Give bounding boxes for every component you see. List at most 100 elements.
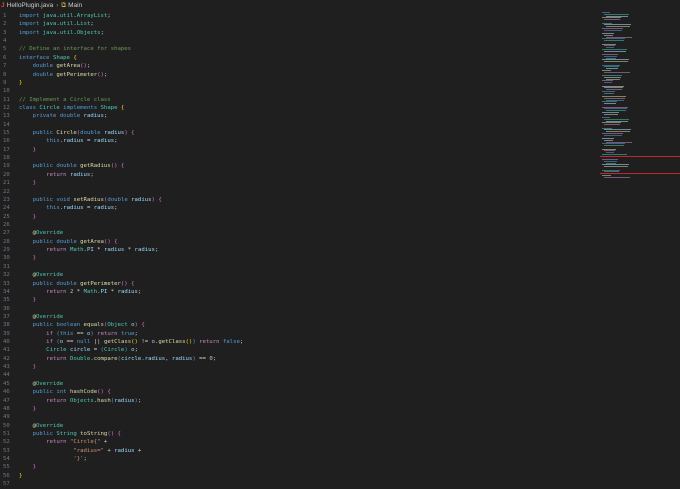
minimap-line bbox=[604, 92, 614, 94]
breadcrumb-symbol[interactable]: Main bbox=[68, 2, 82, 9]
code-text: @Override bbox=[19, 271, 64, 279]
code-line[interactable]: 22 bbox=[0, 188, 598, 196]
code-token: () bbox=[97, 71, 104, 78]
code-line[interactable]: 44 bbox=[0, 371, 598, 379]
code-line[interactable]: 5 // Define an interface for shapes bbox=[0, 45, 598, 53]
line-number: 37 bbox=[3, 313, 10, 320]
code-line[interactable]: 52 return "Circle{" + bbox=[0, 438, 598, 446]
code-token: circle bbox=[120, 355, 142, 362]
code-line[interactable]: 30 } bbox=[0, 254, 598, 262]
code-line[interactable]: 2 import java.util.List; bbox=[0, 20, 598, 28]
code-line[interactable]: 17 } bbox=[0, 146, 598, 154]
code-line[interactable]: 8 double getPerimeter(); bbox=[0, 71, 598, 79]
code-line[interactable]: 38 public boolean equals(Object o) { bbox=[0, 321, 598, 329]
code-token: Circle bbox=[56, 130, 77, 137]
code-line[interactable]: 13 private double radius; bbox=[0, 112, 598, 120]
code-token: getPerimeter bbox=[80, 280, 121, 287]
code-line[interactable]: 12 class Circle implements Shape { bbox=[0, 104, 598, 112]
code-text: import java.util.List; bbox=[19, 20, 94, 28]
code-line[interactable]: 21 } bbox=[0, 179, 598, 187]
code-line[interactable]: 19 public double getRadius() { bbox=[0, 162, 598, 170]
code-line[interactable]: 25 } bbox=[0, 213, 598, 221]
code-line[interactable]: 45 @Override bbox=[0, 380, 598, 388]
code-line[interactable]: 55 } bbox=[0, 463, 598, 471]
code-token: { bbox=[141, 322, 145, 329]
minimap[interactable] bbox=[600, 12, 680, 487]
code-line[interactable]: 24 this.radius = radius; bbox=[0, 204, 598, 212]
code-line[interactable]: 16 this.radius = radius; bbox=[0, 137, 598, 145]
code-text: public int hashCode() { bbox=[19, 388, 111, 396]
code-line[interactable]: 46 public int hashCode() { bbox=[0, 388, 598, 396]
minimap-error-marker bbox=[600, 173, 680, 175]
code-line[interactable]: 32 @Override bbox=[0, 271, 598, 279]
code-line[interactable]: 50 @Override bbox=[0, 422, 598, 430]
line-number: 30 bbox=[3, 255, 10, 262]
code-token: class bbox=[19, 104, 40, 111]
code-line[interactable]: 11 // Implement a Circle class bbox=[0, 96, 598, 104]
code-line[interactable]: 36 bbox=[0, 305, 598, 313]
code-line[interactable]: 27 @Override bbox=[0, 229, 598, 237]
code-line[interactable]: 35 } bbox=[0, 296, 598, 304]
code-line[interactable]: 4 bbox=[0, 37, 598, 45]
code-text: @Override bbox=[19, 229, 64, 237]
code-line[interactable]: 20 return radius; bbox=[0, 171, 598, 179]
code-line[interactable]: 14 bbox=[0, 121, 598, 129]
code-line[interactable]: 42 return Double.compare(circle.radius, … bbox=[0, 355, 598, 363]
line-number: 4 bbox=[3, 38, 7, 45]
line-number: 40 bbox=[3, 339, 10, 346]
code-line[interactable]: 56} bbox=[0, 472, 598, 480]
code-text: interface Shape { bbox=[19, 54, 77, 62]
code-line[interactable]: 28 public double getArea() { bbox=[0, 238, 598, 246]
code-line[interactable]: 18 bbox=[0, 154, 598, 162]
code-token: { bbox=[107, 389, 111, 396]
code-token: Objects bbox=[76, 29, 101, 36]
code-line[interactable]: 37 @Override bbox=[0, 313, 598, 321]
line-number: 17 bbox=[3, 146, 10, 153]
code-line[interactable]: 49 bbox=[0, 413, 598, 421]
code-line[interactable]: 51 public String toString() { bbox=[0, 430, 598, 438]
code-line[interactable]: 43 } bbox=[0, 363, 598, 371]
breadcrumb-file[interactable]: HelloPlugin.java bbox=[7, 2, 54, 9]
code-line[interactable]: 10 bbox=[0, 87, 598, 95]
code-line[interactable]: 39 if (this == o) return true; bbox=[0, 330, 598, 338]
code-token: if bbox=[46, 330, 57, 337]
code-line[interactable]: 48 } bbox=[0, 405, 598, 413]
code-line[interactable]: 34 return 2 * Math.PI * radius; bbox=[0, 288, 598, 296]
code-line[interactable]: 53 "radius=" + radius + bbox=[0, 447, 598, 455]
code-token: false bbox=[222, 339, 240, 346]
line-number: 49 bbox=[3, 414, 10, 421]
line-number: 14 bbox=[3, 121, 10, 128]
code-token: private double bbox=[32, 113, 84, 120]
code-line[interactable]: 47 return Objects.hash(radius); bbox=[0, 397, 598, 405]
code-line[interactable]: 40 if (o == null || getClass() != o.getC… bbox=[0, 338, 598, 346]
code-line[interactable]: 23 public void setRadius(double radius) … bbox=[0, 196, 598, 204]
code-token: Circle bbox=[103, 347, 125, 354]
code-line[interactable]: 6 interface Shape { bbox=[0, 54, 598, 62]
code-line[interactable]: 33 public double getPerimeter() { bbox=[0, 280, 598, 288]
line-number: 7 bbox=[3, 63, 7, 70]
code-line[interactable]: 41 Circle circle = (Circle) o; bbox=[0, 346, 598, 354]
code-token: Objects bbox=[69, 397, 94, 404]
code-token: * bbox=[107, 288, 118, 295]
code-line[interactable]: 1 import java.util.ArrayList; bbox=[0, 12, 598, 20]
code-line[interactable]: 31 bbox=[0, 263, 598, 271]
code-line[interactable]: 57 bbox=[0, 480, 598, 488]
code-token: public boolean bbox=[32, 322, 84, 329]
code-line[interactable]: 9} bbox=[0, 79, 598, 87]
code-token: return bbox=[46, 439, 70, 446]
code-line[interactable]: 29 return Math.PI * radius * radius; bbox=[0, 246, 598, 254]
code-line[interactable]: 26 bbox=[0, 221, 598, 229]
code-text: } bbox=[19, 254, 36, 262]
code-line[interactable]: 54 '}'; bbox=[0, 455, 598, 463]
code-editor[interactable]: 1 import java.util.ArrayList; 2 import java… bbox=[0, 12, 598, 487]
code-line[interactable]: 15 public Circle(double radius) { bbox=[0, 129, 598, 137]
code-line[interactable]: 7 double getArea(); bbox=[0, 62, 598, 70]
code-line[interactable]: 3 import java.util.Objects; bbox=[0, 29, 598, 37]
code-token: ; bbox=[90, 171, 94, 178]
code-token: Override bbox=[36, 230, 64, 237]
code-text: return 2 * Math.PI * radius; bbox=[19, 288, 141, 296]
